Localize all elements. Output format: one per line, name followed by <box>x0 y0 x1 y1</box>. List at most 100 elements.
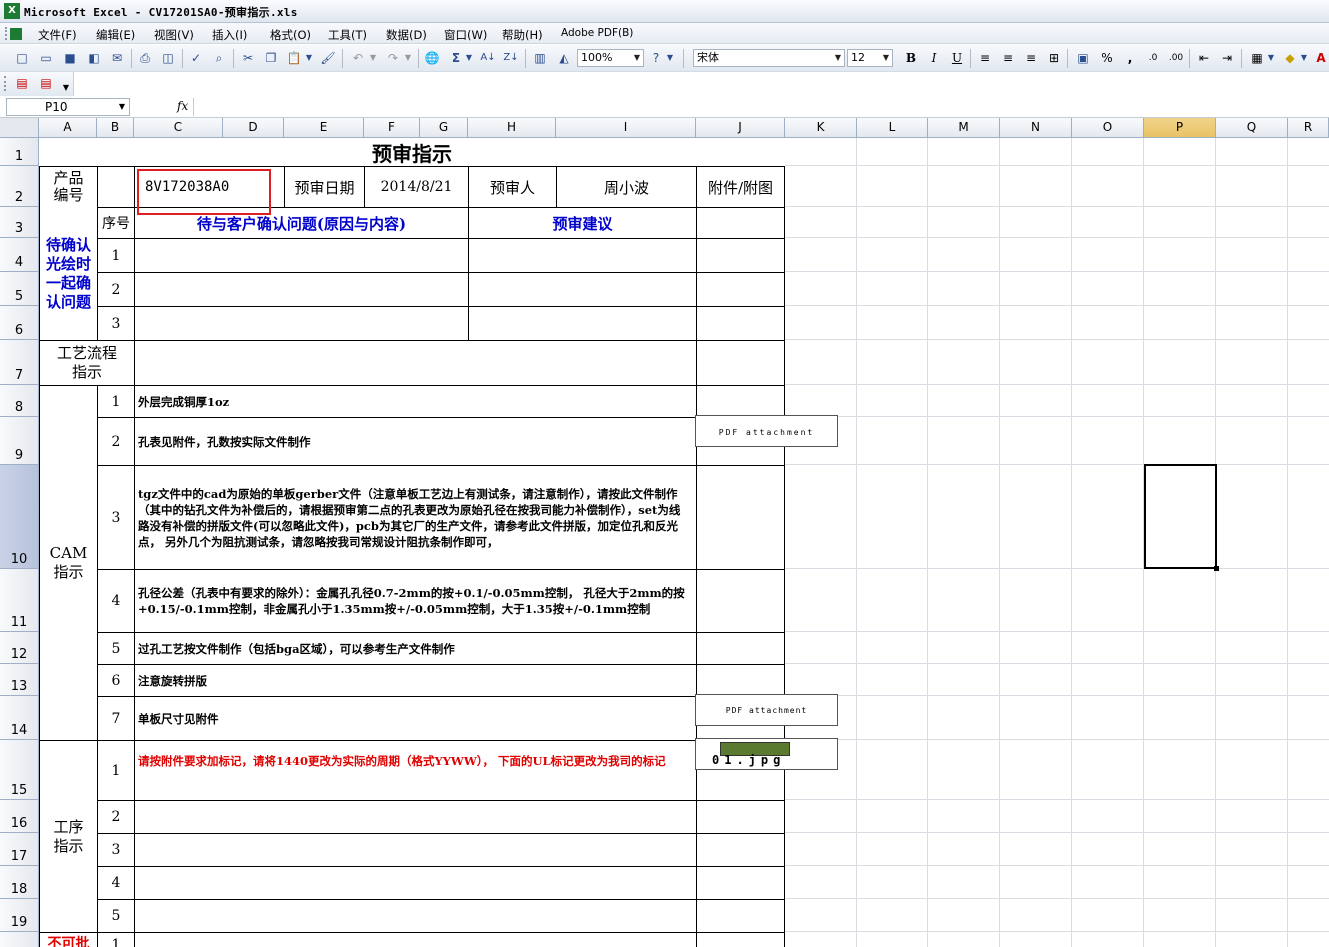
row-header-19[interactable]: 19 <box>0 899 39 932</box>
insert-function-icon[interactable]: fx <box>177 99 188 113</box>
column-header-o[interactable]: O <box>1072 118 1144 138</box>
redo-dropdown-icon[interactable]: ▼ <box>403 50 413 66</box>
zoom-select[interactable]: 100% ▼ <box>577 49 644 67</box>
proc-text-1[interactable]: 请按附件要求加标记，请将1440更改为实际的周期（格式YYWW）， 下面的UL标… <box>134 740 697 801</box>
empty-cell[interactable] <box>696 833 785 867</box>
convert-and-email-pdf-icon[interactable]: ▤ <box>38 75 54 91</box>
empty-cell[interactable] <box>696 272 785 307</box>
help-icon[interactable]: ? <box>648 50 664 66</box>
chevron-down-icon[interactable]: ▼ <box>832 50 844 66</box>
fill-color-icon[interactable]: ◆ <box>1282 50 1298 66</box>
empty-cell[interactable] <box>696 569 785 633</box>
research-icon[interactable]: ⌕ <box>211 50 227 66</box>
menu-adobe-pdf[interactable]: Adobe PDF(B) <box>561 27 633 39</box>
sort-ascending-icon[interactable]: A↓ <box>480 50 496 66</box>
review-date-value[interactable]: 2014/8/21 <box>364 166 469 208</box>
column-header-r[interactable]: R <box>1288 118 1329 138</box>
convert-to-pdf-icon[interactable]: ▤ <box>14 75 30 91</box>
row-header-11[interactable]: 11 <box>0 569 39 632</box>
column-header-i[interactable]: I <box>556 118 696 138</box>
autosum-icon[interactable]: Σ <box>448 50 464 66</box>
underline-button[interactable]: U <box>949 50 965 66</box>
toolbar-options-icon[interactable]: ▼ <box>61 80 71 96</box>
attachment-label[interactable]: 附件/附图 <box>696 166 785 208</box>
cam-seq-7[interactable]: 7 <box>97 696 135 741</box>
pending-issue-1[interactable] <box>134 238 469 273</box>
column-header-c[interactable]: C <box>134 118 223 138</box>
column-header-n[interactable]: N <box>1000 118 1072 138</box>
pending-issue-3[interactable] <box>134 306 469 341</box>
active-cell-p10[interactable] <box>1144 464 1219 571</box>
advice-header[interactable]: 预审建议 <box>468 207 697 239</box>
name-box[interactable]: P10 ▼ <box>6 98 130 116</box>
column-header-h[interactable]: H <box>468 118 556 138</box>
column-header-a[interactable]: A <box>39 118 97 138</box>
borders-dropdown-icon[interactable]: ▼ <box>1266 50 1276 66</box>
redo-icon[interactable]: ↷ <box>385 50 401 66</box>
row-header-20[interactable] <box>0 932 39 947</box>
paste-dropdown-icon[interactable]: ▼ <box>304 50 314 66</box>
proc-seq-3[interactable]: 3 <box>97 833 135 867</box>
chevron-down-icon[interactable]: ▼ <box>880 50 892 66</box>
seq-header[interactable]: 序号 <box>97 207 135 239</box>
paste-icon[interactable]: 📋 <box>286 50 302 66</box>
menu-view[interactable]: 视图(V) <box>154 27 194 43</box>
pending-advice-1[interactable] <box>468 238 697 273</box>
empty-cell[interactable] <box>696 632 785 665</box>
menu-tools[interactable]: 工具(T) <box>328 27 367 43</box>
menu-data[interactable]: 数据(D) <box>386 27 427 43</box>
help-dropdown-icon[interactable]: ▼ <box>665 50 675 66</box>
procedure-label[interactable]: 工序 指示 <box>39 740 98 933</box>
merge-center-icon[interactable]: ⊞ <box>1046 50 1062 66</box>
cam-text-3[interactable]: tgz文件中的cad为原始的单板gerber文件（注意单板工艺边上有测试条，请注… <box>134 465 697 570</box>
row-header-1[interactable]: 1 <box>0 138 39 166</box>
menu-help[interactable]: 帮助(H) <box>502 27 543 43</box>
row-header-7[interactable]: 7 <box>0 340 39 385</box>
print-preview-icon[interactable]: ◫ <box>160 50 176 66</box>
worksheet-grid[interactable]: A B C D E F G H I J K L M N O P Q R 1 2 … <box>0 118 1329 947</box>
decrease-decimal-icon[interactable]: .00 <box>1168 50 1184 66</box>
empty-cell[interactable] <box>696 664 785 697</box>
pending-advice-3[interactable] <box>468 306 697 341</box>
empty-cell[interactable] <box>696 238 785 273</box>
row-header-18[interactable]: 18 <box>0 866 39 899</box>
undo-dropdown-icon[interactable]: ▼ <box>368 50 378 66</box>
italic-button[interactable]: I <box>926 50 942 66</box>
cam-seq-2[interactable]: 2 <box>97 417 135 466</box>
column-header-e[interactable]: E <box>284 118 364 138</box>
currency-icon[interactable]: ▣ <box>1075 50 1091 66</box>
row-header-17[interactable]: 17 <box>0 833 39 866</box>
row-header-3[interactable]: 3 <box>0 207 39 238</box>
proc-text-4[interactable] <box>134 866 697 900</box>
menu-file[interactable]: 文件(F) <box>38 27 77 43</box>
row-header-15[interactable]: 15 <box>0 740 39 800</box>
column-header-p[interactable]: P <box>1144 118 1216 138</box>
menu-edit[interactable]: 编辑(E) <box>96 27 135 43</box>
column-header-d[interactable]: D <box>223 118 284 138</box>
increase-decimal-icon[interactable]: .0 <box>1145 50 1161 66</box>
cam-text-2[interactable]: 孔表见附件，孔数按实际文件制作 <box>134 417 697 466</box>
pending-issues-label[interactable]: 待确认 光绘时 一起确 认问题 <box>39 207 98 341</box>
cam-seq-6[interactable]: 6 <box>97 664 135 697</box>
align-left-icon[interactable]: ≡ <box>977 50 993 66</box>
cam-seq-4[interactable]: 4 <box>97 569 135 633</box>
attachment-pdf-1[interactable]: PDF attachment <box>695 415 838 447</box>
pending-seq-1[interactable]: 1 <box>97 238 135 273</box>
review-date-label[interactable]: 预审日期 <box>284 166 365 208</box>
bold-button[interactable]: B <box>903 50 919 66</box>
column-header-j[interactable]: J <box>696 118 785 138</box>
pending-advice-2[interactable] <box>468 272 697 307</box>
bottom-text-1[interactable] <box>134 932 697 947</box>
decrease-indent-icon[interactable]: ⇤ <box>1196 50 1212 66</box>
formula-input[interactable] <box>193 98 1329 116</box>
email-icon[interactable]: ✉ <box>109 50 125 66</box>
column-header-q[interactable]: Q <box>1216 118 1288 138</box>
process-flow-value[interactable] <box>134 340 697 386</box>
font-color-icon[interactable]: A <box>1313 50 1329 66</box>
row-header-2[interactable]: 2 <box>0 166 39 207</box>
empty-cell[interactable] <box>696 207 785 239</box>
not-approvable-label[interactable]: 不可批 <box>39 932 98 947</box>
empty-cell[interactable] <box>696 866 785 900</box>
sheet-title[interactable]: 预审指示 <box>39 138 785 167</box>
empty-cell[interactable] <box>696 899 785 933</box>
